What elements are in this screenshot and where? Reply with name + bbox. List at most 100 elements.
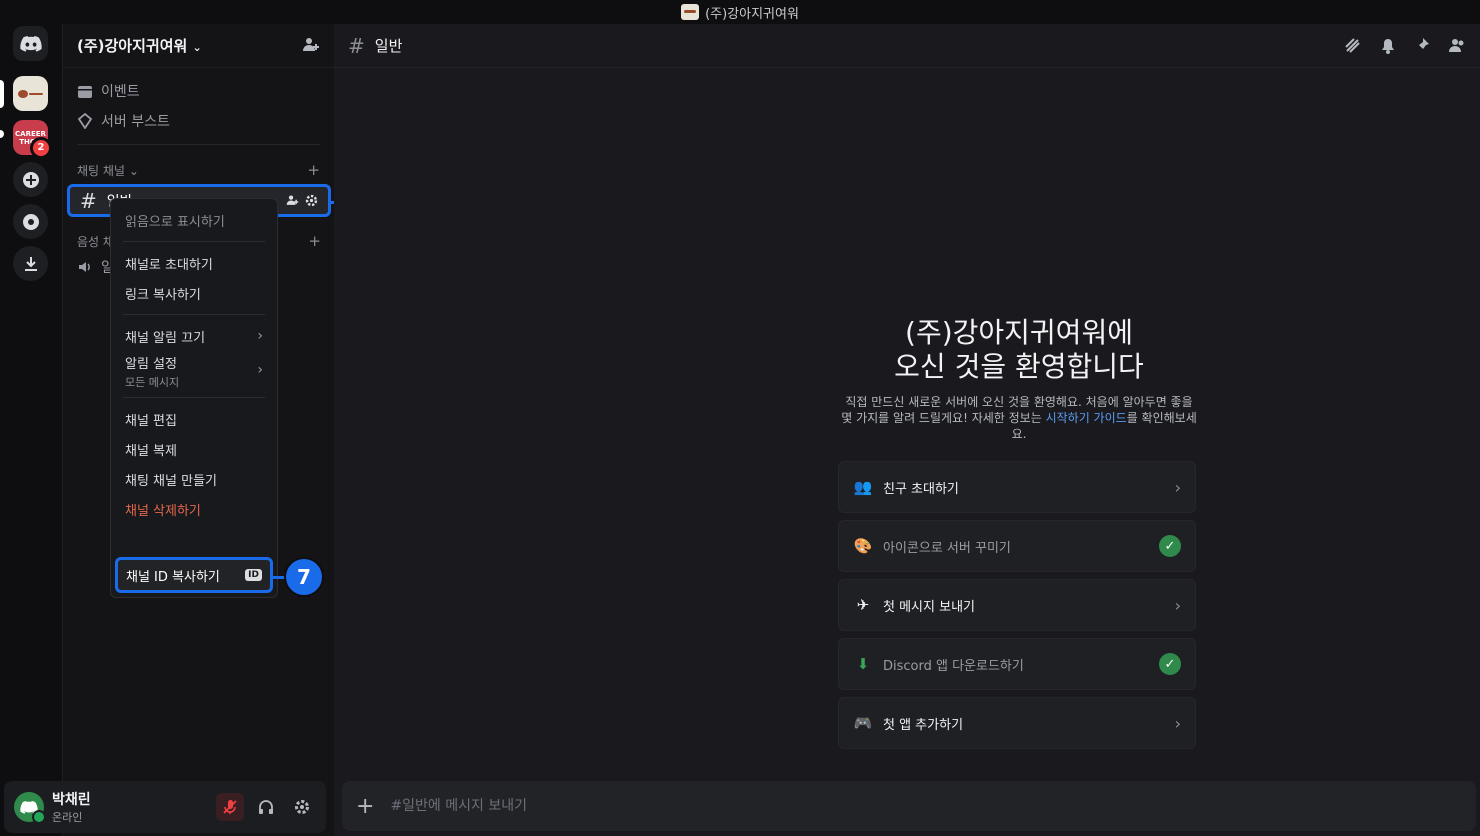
menu-invite-to-channel[interactable]: 채널로 초대하기 <box>119 248 269 278</box>
welcome-title: (주)강아지귀여워에 오신 것을 환영합니다 <box>838 316 1200 384</box>
menu-mark-read[interactable]: 읽음으로 표시하기 <box>119 205 269 235</box>
chevron-down-icon: ⌄ <box>192 41 202 54</box>
download-arrow-icon: ⬇ <box>856 655 870 673</box>
server-icon-customize-icon: 🎨 <box>853 537 873 555</box>
id-icon: ID <box>245 569 262 581</box>
compass-icon <box>22 213 39 230</box>
chevron-down-icon: ⌄ <box>128 163 139 178</box>
menu-copy-channel-id[interactable]: 채널 ID 복사하기 ID <box>115 557 273 593</box>
mute-button[interactable] <box>216 793 244 821</box>
server-icon-gangaji[interactable] <box>13 76 48 111</box>
server-name: (주)강아지귀여워 <box>77 37 188 55</box>
window-title: (주)강아지귀여워 <box>705 6 799 22</box>
card-label: 아이콘으로 서버 꾸미기 <box>883 540 1011 556</box>
message-input[interactable] <box>390 798 1462 814</box>
hash-icon: # <box>348 33 365 58</box>
channel-header: # 일반 <box>334 24 1480 68</box>
onboarding-card-invite-friends[interactable]: 👥 친구 초대하기 › <box>838 461 1196 513</box>
mic-off-icon <box>223 800 237 814</box>
menu-create-text-channel[interactable]: 채팅 채널 만들기 <box>119 464 269 494</box>
discord-logo-icon <box>19 35 42 52</box>
check-icon: ✓ <box>1159 535 1181 557</box>
discord-home-button[interactable] <box>13 26 48 61</box>
chevron-right-icon: › <box>1174 595 1181 615</box>
welcome-section: (주)강아지귀여워에 오신 것을 환영합니다 직접 만드신 새로운 서버에 오신… <box>838 316 1200 442</box>
deafen-button[interactable] <box>252 793 280 821</box>
active-server-indicator <box>0 80 4 108</box>
menu-divider <box>123 241 265 242</box>
user-settings-button[interactable] <box>288 793 316 821</box>
invite-people-icon[interactable] <box>302 37 320 55</box>
check-icon: ✓ <box>1159 653 1181 675</box>
menu-edit-channel[interactable]: 채널 편집 <box>119 404 269 434</box>
welcome-line-1: (주)강아지귀여워에 <box>905 316 1133 349</box>
create-channel-icon[interactable]: + <box>308 232 321 250</box>
menu-sublabel: 모든 메시지 <box>125 375 180 389</box>
speaker-icon <box>79 262 90 272</box>
add-server-button[interactable] <box>13 162 48 197</box>
bell-icon[interactable] <box>1380 37 1396 55</box>
sidebar-item-server-boost[interactable]: 서버 부스트 <box>63 106 334 136</box>
menu-divider <box>123 314 265 315</box>
main-chat-area: # 일반 (주)강아지귀여워에 오신 것을 환영합니다 직접 만드신 새로운 서… <box>334 24 1480 836</box>
onboarding-card-first-message[interactable]: ✈ 첫 메시지 보내기 › <box>838 579 1196 631</box>
card-label: 첫 앱 추가하기 <box>883 717 964 733</box>
mention-badge: 2 <box>30 137 52 159</box>
user-panel: 박채린 온라인 <box>4 781 326 833</box>
threads-icon[interactable] <box>1344 37 1362 55</box>
onboarding-card-download-app[interactable]: ⬇ Discord 앱 다운로드하기 ✓ <box>838 638 1196 690</box>
menu-mute-channel[interactable]: 채널 알림 끄기 › <box>119 321 269 351</box>
server-logo-icon <box>681 4 700 20</box>
plus-circle-icon <box>22 171 39 188</box>
onboarding-checklist: 👥 친구 초대하기 › 🎨 아이콘으로 서버 꾸미기 ✓ ✈ 첫 메시지 보내기… <box>838 461 1196 756</box>
menu-clone-channel[interactable]: 채널 복제 <box>119 434 269 464</box>
card-label: Discord 앱 다운로드하기 <box>883 658 1024 674</box>
server-header[interactable]: (주)강아지귀여워 ⌄ <box>63 24 334 68</box>
divider <box>77 144 320 145</box>
channel-context-menu: 읽음으로 표시하기 채널로 초대하기 링크 복사하기 채널 알림 끄기 › 알림… <box>110 198 278 598</box>
explore-servers-button[interactable] <box>13 204 48 239</box>
member-list-icon[interactable] <box>1448 37 1466 55</box>
invite-people-icon[interactable] <box>286 194 299 207</box>
menu-label: 채널 알림 끄기 <box>125 330 206 346</box>
unread-indicator <box>0 130 4 138</box>
window-titlebar: (주)강아지귀여워 <box>0 0 1480 24</box>
download-apps-button[interactable] <box>13 246 48 281</box>
menu-label: 알림 설정 <box>125 356 177 372</box>
invite-friends-icon: 👥 <box>853 478 873 496</box>
server-icon-careerthon[interactable]: CAREER THON 2 <box>13 120 52 159</box>
chevron-right-icon: › <box>257 362 263 378</box>
callout-marker: 7 <box>284 557 324 597</box>
menu-label: 채널 ID 복사하기 <box>126 569 220 585</box>
channel-title: 일반 <box>374 37 403 55</box>
menu-delete-channel[interactable]: 채널 삭제하기 <box>119 494 269 524</box>
gear-icon <box>295 800 309 814</box>
headphones-icon <box>259 800 273 814</box>
welcome-line-2: 오신 것을 환영합니다 <box>894 350 1144 383</box>
sidebar-item-label: 이벤트 <box>101 84 140 100</box>
menu-copy-link[interactable]: 링크 복사하기 <box>119 278 269 308</box>
getting-started-guide-link[interactable]: 시작하기 가이드 <box>1046 411 1127 425</box>
create-channel-icon[interactable]: + <box>307 161 320 179</box>
avatar[interactable] <box>14 792 46 824</box>
onboarding-card-server-icon[interactable]: 🎨 아이콘으로 서버 꾸미기 ✓ <box>838 520 1196 572</box>
category-text-channels[interactable]: 채팅 채널 ⌄ + <box>63 159 334 181</box>
gear-icon[interactable] <box>305 194 318 207</box>
server-logo-icon <box>17 89 43 98</box>
onboarding-card-add-app[interactable]: 🎮 첫 앱 추가하기 › <box>838 697 1196 749</box>
user-status: 온라인 <box>52 811 83 824</box>
sidebar-item-label: 서버 부스트 <box>101 114 170 130</box>
message-composer: + <box>342 781 1476 831</box>
card-label: 첫 메시지 보내기 <box>883 599 975 615</box>
username: 박채린 <box>52 792 91 808</box>
discord-logo-icon <box>20 800 38 814</box>
category-label: 음성 채 <box>77 234 114 249</box>
pin-icon[interactable] <box>1414 37 1430 55</box>
category-label: 채팅 채널 <box>77 163 125 178</box>
menu-notification-settings[interactable]: 알림 설정 모든 메시지 › <box>119 351 269 391</box>
download-icon <box>24 256 37 271</box>
sidebar-item-events[interactable]: 이벤트 <box>63 76 334 106</box>
server-rail: CAREER THON 2 <box>0 24 62 836</box>
attach-plus-icon[interactable]: + <box>356 794 374 819</box>
boost-gem-icon <box>77 113 93 129</box>
